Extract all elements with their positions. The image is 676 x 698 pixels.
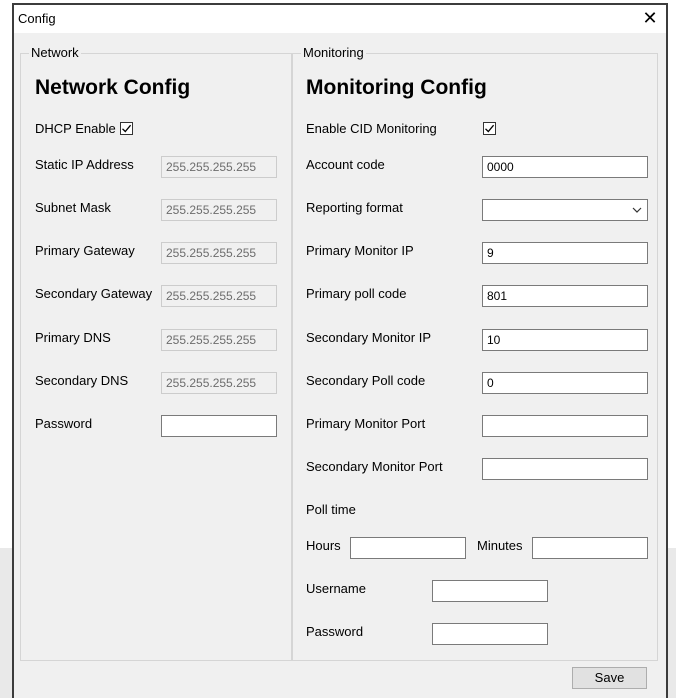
network-password-label: Password	[35, 416, 93, 431]
secondary-gateway-field[interactable]: 255.255.255.255	[161, 285, 277, 307]
window-title: Config	[18, 11, 56, 26]
network-group-label: Network	[29, 45, 81, 60]
chevron-down-icon	[632, 207, 642, 213]
username-label: Username	[306, 581, 366, 596]
primary-poll-code-field[interactable]: 801	[482, 285, 648, 307]
subnet-mask-label: Subnet Mask	[35, 200, 111, 215]
poll-time-label: Poll time	[306, 502, 356, 517]
network-heading: Network Config	[35, 76, 191, 99]
primary-monitor-ip-field[interactable]: 9	[482, 242, 648, 264]
username-field[interactable]	[432, 580, 548, 602]
checkmark-icon	[122, 124, 132, 133]
primary-monitor-ip-label: Primary Monitor IP	[306, 243, 414, 258]
secondary-monitor-port-field[interactable]	[482, 458, 648, 480]
hours-field[interactable]	[350, 537, 466, 559]
primary-gateway-label: Primary Gateway	[35, 243, 135, 258]
minutes-field[interactable]	[532, 537, 648, 559]
hours-label: Hours	[306, 538, 341, 553]
static-ip-label: Static IP Address	[35, 157, 134, 172]
secondary-poll-code-field[interactable]: 0	[482, 372, 648, 394]
secondary-monitor-ip-label: Secondary Monitor IP	[306, 330, 432, 345]
primary-poll-code-label: Primary poll code	[306, 286, 407, 301]
secondary-poll-code-label: Secondary Poll code	[306, 373, 426, 388]
primary-monitor-port-field[interactable]	[482, 415, 648, 437]
title-bar: Config ✕	[14, 5, 666, 33]
monitoring-password-label: Password	[306, 624, 364, 639]
subnet-mask-field[interactable]: 255.255.255.255	[161, 199, 277, 221]
enable-cid-checkbox[interactable]	[483, 122, 496, 135]
primary-monitor-port-label: Primary Monitor Port	[306, 416, 426, 431]
save-button[interactable]: Save	[572, 667, 647, 689]
account-code-label: Account code	[306, 157, 385, 172]
reporting-format-select[interactable]	[482, 199, 648, 221]
dhcp-enable-checkbox[interactable]	[120, 122, 133, 135]
reporting-format-label: Reporting format	[306, 200, 403, 215]
secondary-dns-field[interactable]: 255.255.255.255	[161, 372, 277, 394]
network-group: Network	[20, 45, 292, 661]
minutes-label: Minutes	[477, 538, 523, 553]
monitoring-group: Monitoring	[292, 45, 658, 661]
dhcp-enable-label: DHCP Enable	[35, 121, 116, 136]
primary-gateway-field[interactable]: 255.255.255.255	[161, 242, 277, 264]
monitoring-password-field[interactable]	[432, 623, 548, 645]
primary-dns-label: Primary DNS	[35, 330, 111, 345]
secondary-monitor-ip-field[interactable]: 10	[482, 329, 648, 351]
monitoring-group-label: Monitoring	[301, 45, 366, 60]
secondary-gateway-label: Secondary Gateway	[35, 286, 153, 301]
static-ip-field[interactable]: 255.255.255.255	[161, 156, 277, 178]
account-code-field[interactable]: 0000	[482, 156, 648, 178]
config-dialog: Config ✕ Network Monitoring Network Conf…	[12, 3, 668, 698]
enable-cid-label: Enable CID Monitoring	[306, 121, 437, 136]
network-password-field[interactable]	[161, 415, 277, 437]
secondary-monitor-port-label: Secondary Monitor Port	[306, 459, 443, 474]
close-icon[interactable]: ✕	[640, 8, 660, 28]
monitoring-heading: Monitoring Config	[306, 76, 487, 99]
primary-dns-field[interactable]: 255.255.255.255	[161, 329, 277, 351]
secondary-dns-label: Secondary DNS	[35, 373, 129, 388]
checkmark-icon	[485, 124, 495, 133]
